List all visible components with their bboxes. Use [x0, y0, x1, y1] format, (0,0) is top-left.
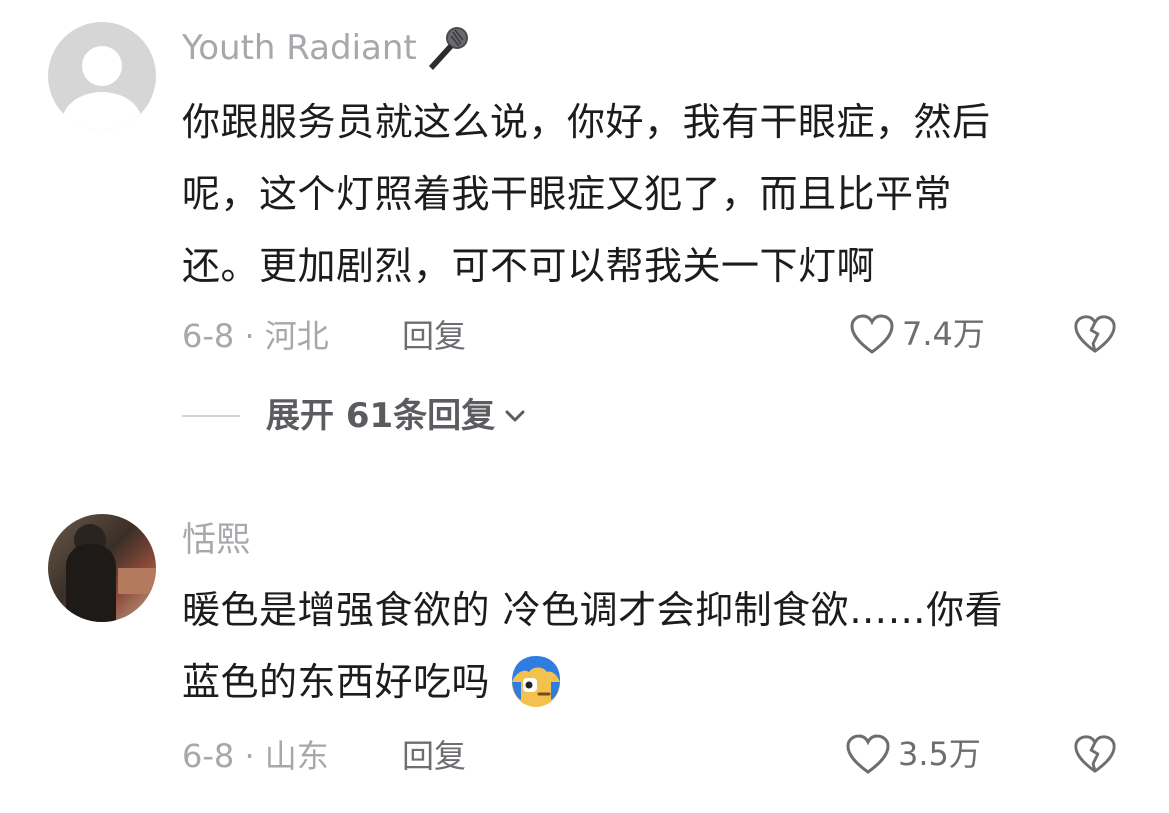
comment-item: Youth Radiant 你跟服务员就这么说，你好，我有干眼症，然后 呢，这个…	[0, 0, 1169, 460]
avatar[interactable]	[48, 514, 156, 622]
comment-text-line: 还。更加剧烈，可不可以帮我关一下灯啊	[182, 244, 876, 288]
broken-heart-icon[interactable]	[1072, 732, 1118, 776]
avatar-shoulders-shape	[62, 92, 142, 130]
reply-button[interactable]: 回复	[402, 734, 466, 778]
date-location: 6-8 · 河北	[182, 317, 329, 355]
comment-text-line: 暖色是增强食欲的 冷色调才会抑制食欲……你看	[182, 588, 1004, 632]
avatar-head-shape	[82, 46, 122, 86]
blue-hair-emoji-icon	[507, 652, 565, 710]
like-count: 3.5万	[898, 735, 981, 773]
like-count: 7.4万	[902, 315, 985, 353]
comment-item: 恬熙 暖色是增强食欲的 冷色调才会抑制食欲……你看 蓝色的东西好吃吗 6-8 ·…	[0, 500, 1169, 813]
chevron-down-icon	[505, 410, 525, 422]
comment-text-line: 蓝色的东西好吃吗	[182, 660, 491, 704]
like-button[interactable]: 3.5万	[844, 732, 981, 776]
username[interactable]: Youth Radiant	[182, 24, 473, 72]
avatar-photo-figure	[66, 544, 116, 622]
comment-text-line-with-emoji: 蓝色的东西好吃吗	[182, 646, 1122, 718]
expand-replies-button[interactable]: 展开 61条回复	[182, 394, 529, 438]
date-location: 6-8 · 山东	[182, 737, 329, 775]
avatar-photo-panel	[118, 568, 156, 594]
expand-divider-line	[182, 415, 240, 417]
username-text: Youth Radiant	[182, 28, 417, 68]
comment-text: 暖色是增强食欲的 冷色调才会抑制食欲……你看 蓝色的东西好吃吗	[182, 574, 1122, 718]
comment-text-line: 呢，这个灯照着我干眼症又犯了，而且比平常	[182, 172, 953, 216]
reply-button[interactable]: 回复	[402, 314, 466, 358]
microphone-icon	[421, 24, 473, 72]
like-button[interactable]: 7.4万	[848, 312, 985, 356]
comment-text: 你跟服务员就这么说，你好，我有干眼症，然后 呢，这个灯照着我干眼症又犯了，而且比…	[182, 86, 1122, 302]
expand-replies-label: 展开 61条回复	[266, 396, 496, 436]
username[interactable]: 恬熙	[182, 518, 250, 562]
heart-icon	[850, 314, 894, 354]
heart-icon	[846, 734, 890, 774]
broken-heart-icon[interactable]	[1072, 312, 1118, 356]
comment-text-line: 你跟服务员就这么说，你好，我有干眼症，然后	[182, 100, 991, 144]
username-text: 恬熙	[182, 520, 250, 560]
avatar[interactable]	[48, 22, 156, 130]
